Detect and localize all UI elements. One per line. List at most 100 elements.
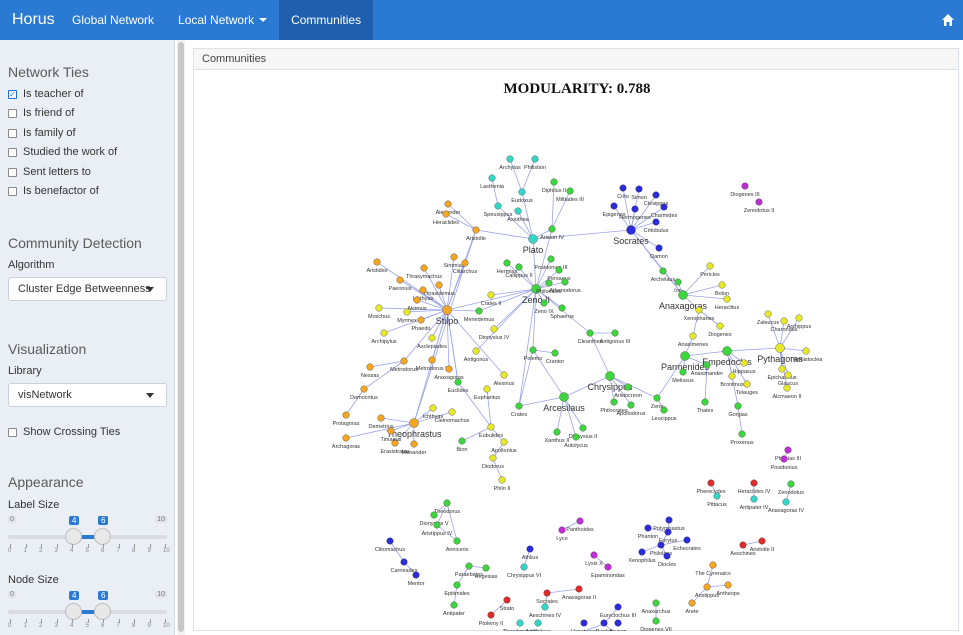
node-clitomachus[interactable]: Clitomachus	[375, 537, 406, 553]
node-circle[interactable]	[787, 480, 795, 488]
slider-low-handle[interactable]	[65, 603, 82, 620]
node-circle[interactable]	[500, 438, 508, 446]
node-circle[interactable]	[722, 346, 732, 356]
node-circle[interactable]	[590, 551, 598, 559]
node-circle[interactable]	[540, 299, 548, 307]
node-circle[interactable]	[387, 427, 395, 435]
node-circle[interactable]	[783, 384, 791, 392]
node-circle[interactable]	[558, 526, 566, 534]
node-circle[interactable]	[750, 479, 758, 487]
node-diogenes[interactable]: Diogenes	[708, 322, 732, 338]
node-circle[interactable]	[576, 517, 584, 525]
node-circle[interactable]	[442, 305, 452, 315]
node-thecyrenaics[interactable]: The Cyrenaics	[695, 561, 731, 577]
node-circle[interactable]	[555, 266, 563, 274]
node-ptolemy2[interactable]: Ptolemy II	[479, 611, 504, 627]
node-circle[interactable]	[548, 225, 556, 233]
node-pherecydes[interactable]: Pherecydes	[696, 479, 726, 495]
brand-logo[interactable]: Horus	[0, 0, 60, 40]
node-circle[interactable]	[659, 267, 667, 275]
node-circle[interactable]	[734, 402, 742, 410]
label-size-slider[interactable]: 0 10 4 6 0 1 2 3 4 5 6 7 8 9 10	[8, 516, 170, 556]
node-circle[interactable]	[487, 423, 495, 431]
node-zeno[interactable]: Zeno	[651, 394, 664, 410]
node-circle[interactable]	[755, 198, 763, 206]
node-pericles[interactable]: Pericles	[700, 262, 720, 278]
node-diodorus[interactable]: Diodorus	[482, 454, 504, 470]
node-circle[interactable]	[445, 365, 453, 373]
node-circle[interactable]	[689, 332, 697, 340]
node-circle[interactable]	[458, 437, 466, 445]
node-circle[interactable]	[802, 347, 810, 355]
library-select[interactable]: visNetwork	[8, 383, 167, 407]
node-epicharmus[interactable]: Epicharmus	[767, 365, 797, 381]
node-crito[interactable]: Crito	[617, 184, 629, 200]
node-circle[interactable]	[626, 225, 636, 235]
node-circle[interactable]	[561, 278, 569, 286]
community-network-graph[interactable]: MODULARITY: 0.788 Archytas Philistion Last…	[194, 71, 958, 631]
node-circle[interactable]	[795, 314, 803, 322]
node-circle[interactable]	[652, 617, 660, 625]
node-circle[interactable]	[483, 385, 491, 393]
checkbox-icon[interactable]	[8, 108, 17, 118]
node-circle[interactable]	[703, 583, 711, 591]
node-circle[interactable]	[498, 476, 506, 484]
node-circle[interactable]	[435, 281, 443, 289]
node-circle[interactable]	[453, 537, 461, 545]
node-circle[interactable]	[579, 424, 587, 432]
node-circle[interactable]	[550, 178, 558, 186]
node-archipylus[interactable]: Archipylus	[371, 329, 397, 345]
checkbox-icon[interactable]	[8, 427, 17, 437]
node-circle[interactable]	[655, 244, 663, 252]
node-circle[interactable]	[410, 440, 418, 448]
node-circle[interactable]	[703, 361, 711, 369]
node-antheops[interactable]: Antheops	[716, 581, 740, 597]
node-circle[interactable]	[706, 262, 714, 270]
node-eudoxus[interactable]: Eudoxus	[511, 188, 533, 204]
node-circle[interactable]	[450, 253, 458, 261]
node-circle[interactable]	[503, 259, 511, 267]
node-anaxagoras2[interactable]: Anaxagoras II	[562, 585, 596, 601]
node-circle[interactable]	[614, 603, 622, 611]
node-circle[interactable]	[433, 521, 441, 529]
node-circle[interactable]	[664, 528, 672, 536]
node-philo2[interactable]: Philo II	[494, 476, 511, 492]
slider-high-handle[interactable]	[94, 603, 111, 620]
node-proxenus[interactable]: Proxenus	[730, 430, 754, 446]
node-circle[interactable]	[448, 408, 456, 416]
tie-letters-checkbox[interactable]: Sent letters to	[8, 166, 91, 178]
node-simmias[interactable]: Simmias	[443, 253, 465, 269]
checkbox-icon[interactable]	[8, 186, 17, 196]
node-circle[interactable]	[701, 398, 709, 406]
node-circle[interactable]	[652, 218, 660, 226]
node-circle[interactable]	[631, 205, 639, 213]
node-archytas[interactable]: Archytas	[499, 155, 521, 171]
node-circle[interactable]	[472, 347, 480, 355]
node-arete[interactable]: Arete	[685, 599, 699, 615]
node-bolon[interactable]: Bolon	[715, 281, 729, 297]
node-aristotle[interactable]: Aristotle	[466, 226, 486, 242]
checkbox-icon[interactable]	[8, 167, 17, 177]
node-circle[interactable]	[534, 619, 542, 627]
node-circle[interactable]	[342, 411, 350, 419]
node-circle[interactable]	[514, 207, 522, 215]
node-circle[interactable]	[520, 563, 528, 571]
node-echecrates[interactable]: Echecrates	[673, 536, 701, 552]
node-circle[interactable]	[758, 537, 766, 545]
node-circle[interactable]	[604, 563, 612, 571]
node-circle[interactable]	[454, 378, 462, 386]
node-circle[interactable]	[400, 357, 408, 365]
node-circle[interactable]	[611, 329, 619, 337]
node-euryclochus[interactable]: Euryclochus III	[600, 603, 637, 619]
node-circle[interactable]	[660, 203, 668, 211]
node-alexinus[interactable]: Alexinus	[494, 371, 515, 387]
node-stilpo[interactable]: Stilpo	[436, 305, 459, 327]
node-circle[interactable]	[403, 308, 411, 316]
tie-family-checkbox[interactable]: Is family of	[8, 127, 76, 139]
node-circle[interactable]	[716, 322, 724, 330]
node-circle[interactable]	[489, 454, 497, 462]
node-anaximenes[interactable]: Anaximenes	[678, 332, 709, 348]
node-circle[interactable]	[743, 380, 751, 388]
node-metrodorus[interactable]: Metrodorus	[390, 357, 418, 373]
node-circle[interactable]	[494, 202, 502, 210]
